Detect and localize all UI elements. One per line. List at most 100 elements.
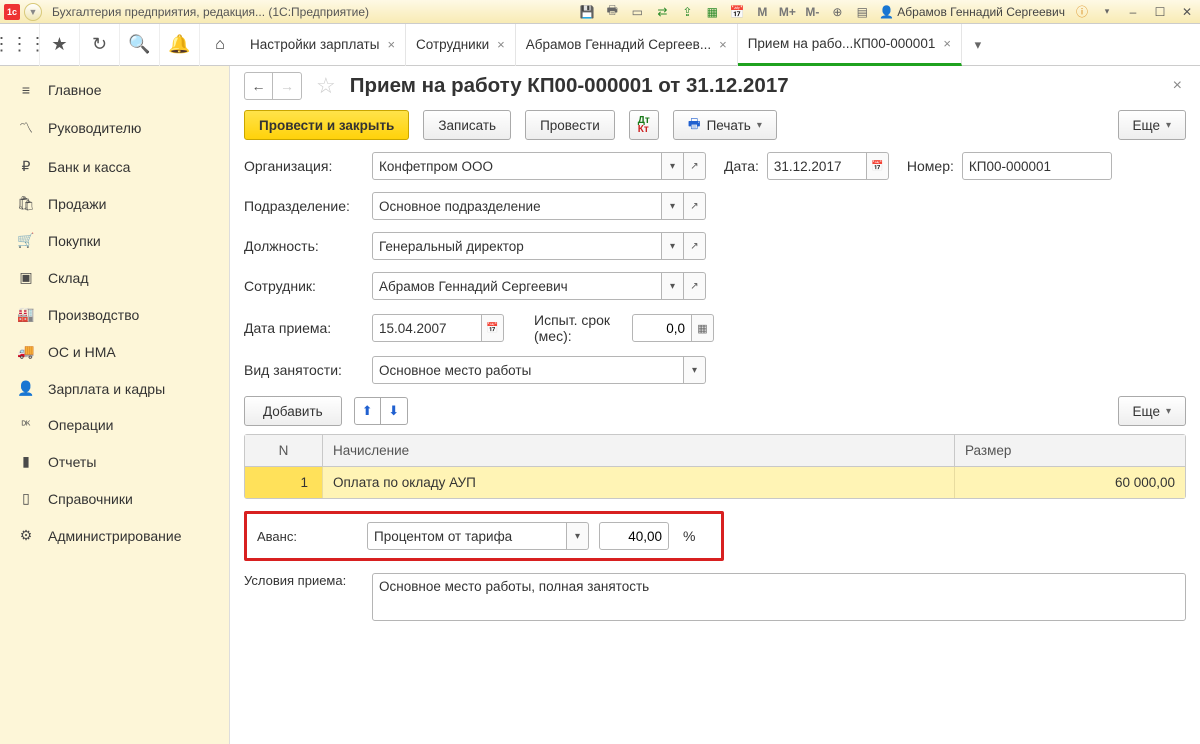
employee-field[interactable]: Абрамов Геннадий Сергеевич ▾ ↗: [372, 272, 706, 300]
sidebar-item-operations[interactable]: ᴰᴷОперации: [0, 407, 229, 443]
hire-date-label: Дата приема:: [244, 320, 372, 336]
m-icon[interactable]: M: [754, 4, 770, 20]
close-icon[interactable]: ×: [719, 37, 727, 52]
sidebar-item-purchases[interactable]: 🛒Покупки: [0, 222, 229, 259]
calc-icon[interactable]: ▦: [704, 4, 720, 20]
close-icon[interactable]: ×: [943, 36, 951, 51]
sidebar-item-manager[interactable]: 〽Руководителю: [0, 108, 229, 148]
table-row[interactable]: 1 Оплата по окладу АУП 60 000,00: [245, 467, 1185, 498]
close-icon[interactable]: ×: [497, 37, 505, 52]
tab-employee-detail[interactable]: Абрамов Геннадий Сергеев...×: [516, 24, 738, 66]
m-plus-icon[interactable]: M+: [779, 4, 795, 20]
chevron-down-icon[interactable]: ▾: [662, 152, 684, 180]
dept-field[interactable]: Основное подразделение ▾ ↗: [372, 192, 706, 220]
compare-icon[interactable]: ⇄: [654, 4, 670, 20]
calc-icon[interactable]: ▦: [692, 314, 714, 342]
maximize-button[interactable]: ☐: [1151, 4, 1169, 20]
home-icon[interactable]: ⌂: [200, 36, 240, 54]
save-button[interactable]: Записать: [423, 110, 511, 140]
avans-percent-input[interactable]: [599, 522, 669, 550]
info-caret-icon[interactable]: ▾: [1099, 4, 1115, 20]
number-field[interactable]: КП00-000001: [962, 152, 1112, 180]
probation-label: Испыт. срок (мес):: [534, 312, 624, 344]
calendar-icon[interactable]: 📅: [482, 314, 504, 342]
tabs-more-icon[interactable]: ▾: [962, 24, 994, 66]
more-button[interactable]: Еще▾: [1118, 110, 1187, 140]
cart-icon: 🛒: [16, 232, 36, 249]
tab-hire-doc[interactable]: Прием на рабо...КП00-000001×: [738, 24, 962, 66]
tab-settings[interactable]: Настройки зарплаты×: [240, 24, 406, 66]
chevron-down-icon[interactable]: ▾: [567, 522, 589, 550]
probation-field[interactable]: ▦: [632, 314, 714, 342]
sidebar-item-salary[interactable]: 👤Зарплата и кадры: [0, 370, 229, 407]
print-icon[interactable]: 🖶: [604, 4, 620, 20]
open-icon[interactable]: ↗: [684, 232, 706, 260]
chevron-down-icon[interactable]: ▾: [662, 192, 684, 220]
sidebar-item-main[interactable]: ≡Главное: [0, 72, 229, 108]
bell-icon[interactable]: 🔔: [160, 24, 200, 66]
minimize-button[interactable]: –: [1124, 4, 1142, 20]
post-button[interactable]: Провести: [525, 110, 615, 140]
zoom-icon[interactable]: ⊕: [829, 4, 845, 20]
chevron-down-icon[interactable]: ▾: [684, 356, 706, 384]
org-field[interactable]: Конфетпром ООО ▾ ↗: [372, 152, 706, 180]
m-minus-icon[interactable]: M-: [804, 4, 820, 20]
open-icon[interactable]: ↗: [684, 192, 706, 220]
hire-date-field[interactable]: 15.04.2007 📅: [372, 314, 504, 342]
conditions-field[interactable]: Основное место работы, полная занятость: [372, 573, 1186, 621]
dtkt-button[interactable]: ДтКт: [629, 110, 659, 140]
close-window-button[interactable]: ✕: [1178, 4, 1196, 20]
sidebar-item-bank[interactable]: ₽Банк и касса: [0, 148, 229, 185]
title-bar: 1c ▼ Бухгалтерия предприятия, редакция..…: [0, 0, 1200, 24]
org-label: Организация:: [244, 158, 372, 174]
avans-type-field[interactable]: Процентом от тарифа ▾: [367, 522, 589, 550]
position-field[interactable]: Генеральный директор ▾ ↗: [372, 232, 706, 260]
list-icon[interactable]: ▤: [854, 4, 870, 20]
close-icon[interactable]: ×: [387, 37, 395, 52]
favorite-icon[interactable]: ☆: [316, 73, 336, 99]
dropdown-icon[interactable]: ▼: [24, 3, 42, 21]
sidebar-item-sales[interactable]: 🛍Продажи: [0, 185, 229, 222]
calendar-icon[interactable]: 📅: [729, 4, 745, 20]
add-button[interactable]: Добавить: [244, 396, 342, 426]
factory-icon: 🏭: [16, 306, 36, 323]
date-field[interactable]: 31.12.2017 📅: [767, 152, 889, 180]
doc-icon[interactable]: ▭: [629, 4, 645, 20]
sidebar-item-assets[interactable]: 🚚ОС и НМА: [0, 333, 229, 370]
close-form-button[interactable]: ×: [1173, 77, 1186, 95]
sidebar-item-production[interactable]: 🏭Производство: [0, 296, 229, 333]
col-name-header[interactable]: Начисление: [323, 435, 955, 466]
star-icon[interactable]: ★: [40, 24, 80, 66]
info-icon[interactable]: ⓘ: [1074, 4, 1090, 20]
move-down-button[interactable]: ⬇: [381, 398, 407, 424]
open-icon[interactable]: ↗: [684, 152, 706, 180]
print-button[interactable]: 🖶Печать▾: [673, 110, 777, 140]
ruble-icon: ₽: [16, 158, 36, 175]
forward-button[interactable]: →: [273, 73, 301, 99]
open-icon[interactable]: ↗: [684, 272, 706, 300]
employment-label: Вид занятости:: [244, 362, 372, 378]
chevron-down-icon[interactable]: ▾: [662, 232, 684, 260]
tab-bar: ⋮⋮⋮ ★ ↻ 🔍 🔔 ⌂ Настройки зарплаты× Сотруд…: [0, 24, 1200, 66]
back-button[interactable]: ←: [245, 73, 273, 99]
history-icon[interactable]: ↻: [80, 24, 120, 66]
probation-input[interactable]: [632, 314, 692, 342]
sidebar-item-warehouse[interactable]: ▣Склад: [0, 259, 229, 296]
sidebar-item-reports[interactable]: ▮Отчеты: [0, 443, 229, 480]
search-icon[interactable]: 🔍: [120, 24, 160, 66]
export-icon[interactable]: ⇪: [679, 4, 695, 20]
apps-icon[interactable]: ⋮⋮⋮: [0, 24, 40, 66]
grid-more-button[interactable]: Еще▾: [1118, 396, 1187, 426]
post-and-close-button[interactable]: Провести и закрыть: [244, 110, 409, 140]
tab-employees[interactable]: Сотрудники×: [406, 24, 516, 66]
chevron-down-icon[interactable]: ▾: [662, 272, 684, 300]
col-n-header[interactable]: N: [245, 435, 323, 466]
calendar-icon[interactable]: 📅: [867, 152, 889, 180]
employment-field[interactable]: Основное место работы ▾: [372, 356, 706, 384]
sidebar-item-admin[interactable]: ⚙Администрирование: [0, 517, 229, 554]
current-user[interactable]: 👤 Абрамов Геннадий Сергеевич: [879, 5, 1065, 19]
sidebar-item-catalogs[interactable]: ▯Справочники: [0, 480, 229, 517]
save-icon[interactable]: 💾: [579, 4, 595, 20]
move-up-button[interactable]: ⬆: [355, 398, 381, 424]
col-size-header[interactable]: Размер: [955, 435, 1185, 466]
